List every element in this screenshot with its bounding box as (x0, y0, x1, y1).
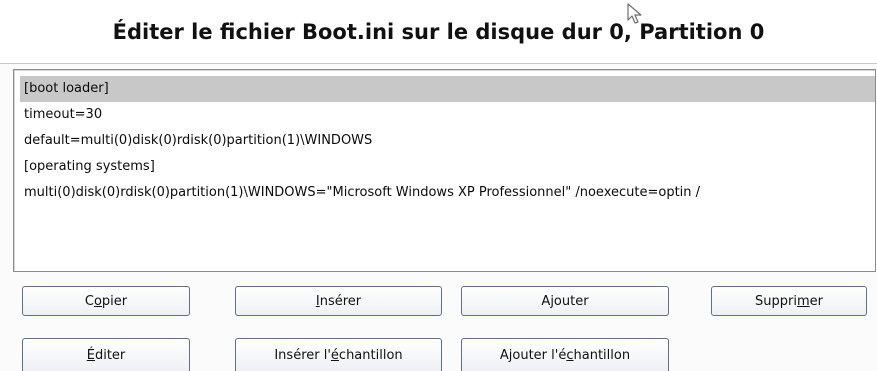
copy-button-label-post: pier (101, 293, 128, 309)
insert-button-label-post: nsérer (319, 293, 362, 309)
boot-line[interactable]: [operating systems] (20, 154, 875, 180)
boot-ini-lines[interactable]: [boot loader] timeout=30 default=multi(0… (20, 76, 875, 206)
edit-button-mnemonic: É (86, 347, 95, 363)
copy-button-label-pre: C (84, 293, 94, 309)
append-sample-button-label-post: hantillon (573, 347, 631, 363)
insert-sample-button-mnemonic: é (330, 347, 339, 363)
boot-line[interactable]: [boot loader] (20, 76, 875, 102)
boot-line[interactable]: default=multi(0)disk(0)rdisk(0)partition… (20, 128, 875, 154)
edit-button-label-post: diter (94, 347, 126, 363)
append-sample-button-mnemonic: c (566, 347, 574, 363)
copy-button[interactable]: Co pier (22, 286, 190, 316)
mouse-pointer-icon (627, 3, 642, 24)
delete-button-mnemonic: m (796, 293, 810, 309)
boot-line[interactable]: multi(0)disk(0)rdisk(0)partition(1)\WIND… (20, 180, 875, 206)
insert-sample-button-label-post: chantillon (338, 347, 403, 363)
copy-button-mnemonic: o (93, 293, 102, 309)
append-sample-button[interactable]: Ajouter l'é c hantillon (461, 338, 669, 371)
boot-line[interactable]: timeout=30 (20, 102, 875, 128)
dialog-title-text: Éditer le fichier Boot.ini sur le disque… (112, 19, 765, 44)
delete-button-label-pre: Suppri (755, 293, 797, 309)
append-button-label-post: Ajouter (541, 293, 589, 309)
insert-button[interactable]: Insérer (235, 286, 442, 316)
edit-button[interactable]: Éditer (22, 338, 190, 371)
insert-sample-button-label-pre: Insérer l' (274, 347, 331, 363)
append-button[interactable]: Ajouter (461, 286, 669, 316)
delete-button-label-post: er (809, 293, 823, 309)
insert-sample-button[interactable]: Insérer l' é chantillon (235, 338, 442, 371)
boot-ini-editor[interactable]: [boot loader] timeout=30 default=multi(0… (13, 69, 876, 272)
append-sample-button-label-pre: Ajouter l'é (499, 347, 567, 363)
dialog-title: Éditer le fichier Boot.ini sur le disque… (0, 0, 877, 64)
delete-button[interactable]: Suppri m er (711, 286, 867, 316)
